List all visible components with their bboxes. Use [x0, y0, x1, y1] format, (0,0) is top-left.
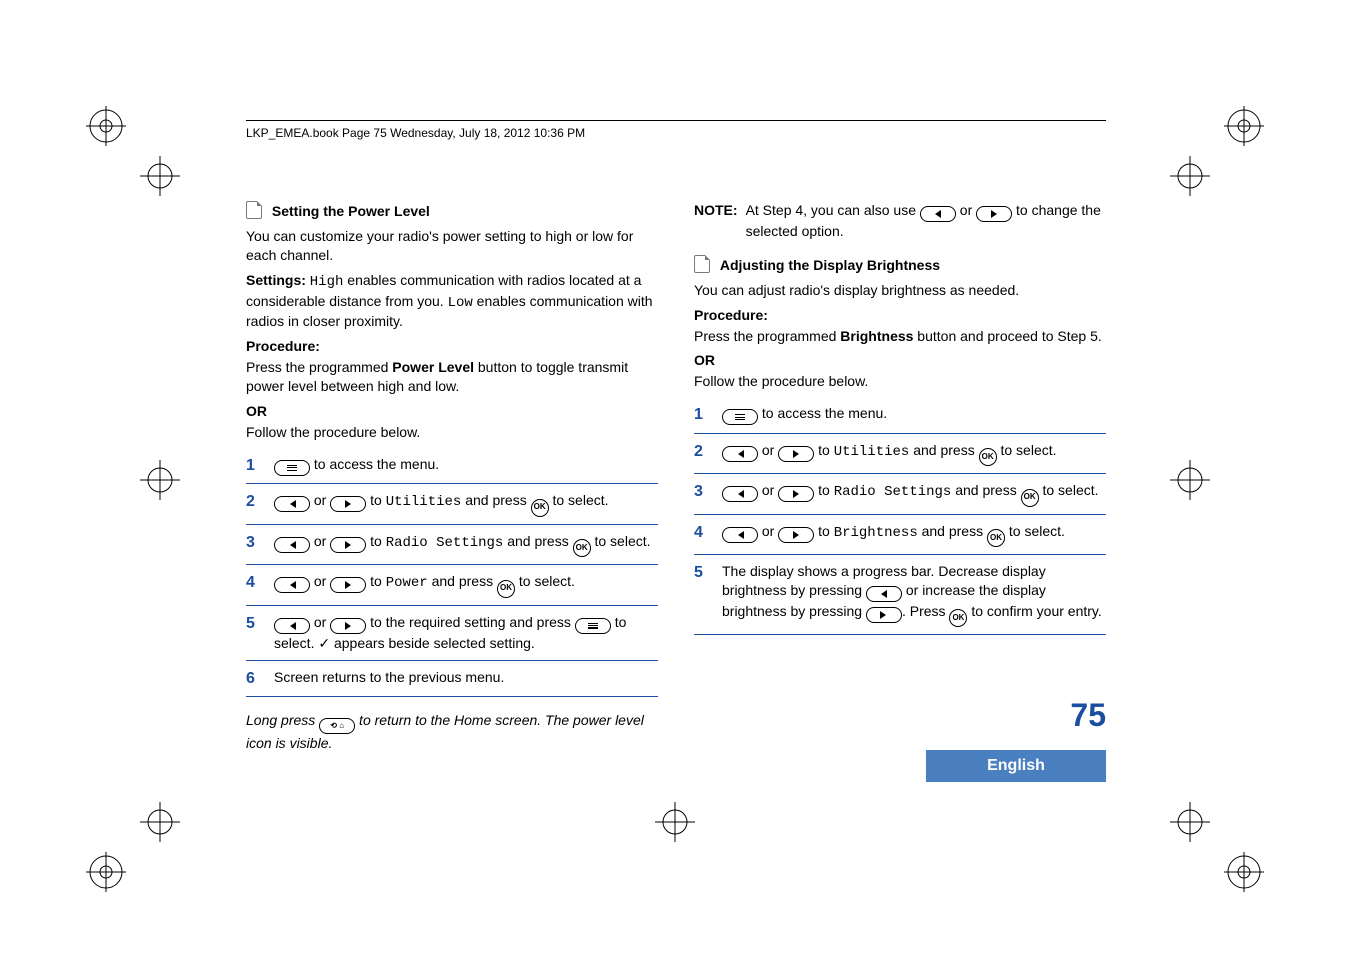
- procedure-label: Procedure:: [694, 306, 1106, 325]
- reg-mark-icon: [1224, 852, 1264, 892]
- right-button-icon: [778, 527, 814, 543]
- or-label: OR: [246, 402, 658, 421]
- right-button-icon: [778, 486, 814, 502]
- left-button-icon: [866, 586, 902, 602]
- power-press: Press the programmed Power Level button …: [246, 358, 658, 396]
- menu-button-icon: [274, 460, 310, 476]
- step-2: 2 or to Utilities and press OK to select…: [246, 484, 658, 524]
- left-column: Setting the Power Level You can customiz…: [246, 195, 658, 764]
- left-button-icon: [722, 527, 758, 543]
- follow-text: Follow the procedure below.: [246, 423, 658, 442]
- step-4: 4 or to Brightness and press OK to selec…: [694, 515, 1106, 555]
- reg-mark-icon: [655, 802, 695, 842]
- reg-mark-icon: [86, 852, 126, 892]
- right-button-icon: [330, 496, 366, 512]
- right-button-icon: [330, 577, 366, 593]
- or-label: OR: [694, 351, 1106, 370]
- left-button-icon: [920, 206, 956, 222]
- power-intro: You can customize your radio's power set…: [246, 227, 658, 265]
- reg-mark-icon: [86, 106, 126, 146]
- language-tab: English: [926, 750, 1106, 782]
- follow-text: Follow the procedure below.: [694, 372, 1106, 391]
- reg-mark-icon: [1170, 460, 1210, 500]
- left-button-icon: [274, 618, 310, 634]
- step-3: 3 or to Radio Settings and press OK to s…: [246, 525, 658, 565]
- ok-button-icon: OK: [979, 448, 997, 466]
- reg-mark-icon: [1224, 106, 1264, 146]
- right-column: NOTE: At Step 4, you can also use or to …: [694, 195, 1106, 764]
- section-title-power: Setting the Power Level: [272, 203, 430, 219]
- page-number: 75: [1070, 697, 1106, 734]
- left-button-icon: [274, 577, 310, 593]
- reg-mark-icon: [1170, 156, 1210, 196]
- step-5: 5 The display shows a progress bar. Decr…: [694, 555, 1106, 635]
- reg-mark-icon: [140, 802, 180, 842]
- right-button-icon: [866, 607, 902, 623]
- menu-button-icon: [575, 618, 611, 634]
- ok-button-icon: OK: [1021, 489, 1039, 507]
- brightness-steps: 1 to access the menu. 2 or to Utilities …: [694, 397, 1106, 635]
- ok-button-icon: OK: [987, 529, 1005, 547]
- step-5: 5 or to the required setting and press t…: [246, 606, 658, 661]
- reg-mark-icon: [1170, 802, 1210, 842]
- step-3: 3 or to Radio Settings and press OK to s…: [694, 474, 1106, 514]
- ok-button-icon: OK: [497, 580, 515, 598]
- right-button-icon: [976, 206, 1012, 222]
- left-button-icon: [274, 537, 310, 553]
- brightness-intro: You can adjust radio's display brightnes…: [694, 281, 1106, 300]
- menu-button-icon: [722, 409, 758, 425]
- section-title-brightness: Adjusting the Display Brightness: [720, 257, 940, 273]
- step-6: 6 Screen returns to the previous menu.: [246, 661, 658, 698]
- step-1: 1 to access the menu.: [694, 397, 1106, 434]
- right-button-icon: [330, 537, 366, 553]
- step-1: 1 to access the menu.: [246, 448, 658, 485]
- right-button-icon: [778, 446, 814, 462]
- reg-mark-icon: [140, 156, 180, 196]
- ok-button-icon: OK: [949, 609, 967, 627]
- content-area: Setting the Power Level You can customiz…: [246, 195, 1106, 764]
- header-rule: [246, 120, 1106, 121]
- power-footer: Long press ⟲ ⌂ to return to the Home scr…: [246, 711, 658, 753]
- left-button-icon: [722, 446, 758, 462]
- reg-mark-icon: [140, 460, 180, 500]
- note-block: NOTE: At Step 4, you can also use or to …: [694, 201, 1106, 241]
- power-settings: Settings: High enables communication wit…: [246, 271, 658, 332]
- ok-button-icon: OK: [573, 539, 591, 557]
- page-icon: [246, 201, 262, 219]
- left-button-icon: [722, 486, 758, 502]
- header-text: LKP_EMEA.book Page 75 Wednesday, July 18…: [246, 126, 585, 140]
- home-button-icon: ⟲ ⌂: [319, 718, 355, 734]
- procedure-label: Procedure:: [246, 337, 658, 356]
- brightness-press: Press the programmed Brightness button a…: [694, 327, 1106, 346]
- right-button-icon: [330, 618, 366, 634]
- step-4: 4 or to Power and press OK to select.: [246, 565, 658, 605]
- page-icon: [694, 255, 710, 273]
- ok-button-icon: OK: [531, 499, 549, 517]
- power-steps: 1 to access the menu. 2 or to Utilities …: [246, 448, 658, 697]
- step-2: 2 or to Utilities and press OK to select…: [694, 434, 1106, 474]
- left-button-icon: [274, 496, 310, 512]
